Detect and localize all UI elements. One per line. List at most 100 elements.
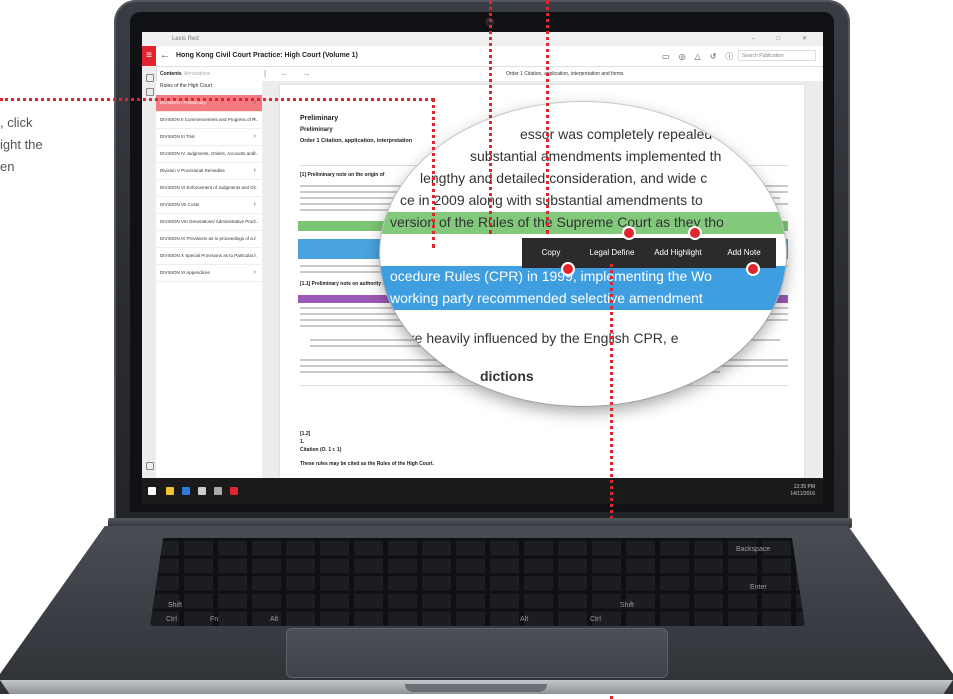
lens-text: ocedure Rules (CPR) in 1999, implementin… [390,268,712,284]
window-controls[interactable]: – □ ✕ [752,35,817,42]
chevron-right-icon: › [253,167,256,174]
section-number: 1. [300,439,305,445]
lens-text: substantial amendments implemented th [470,148,722,164]
add-highlight-marker-icon [690,228,700,238]
add-note-marker-icon [748,264,758,274]
chevron-right-icon: › [253,116,256,123]
toc-item[interactable]: DIVISION X Special Provisions as to Part… [156,248,262,265]
touchpad[interactable] [286,628,668,678]
callout-text: , click ight the en [0,112,100,178]
alt-key[interactable]: Alt [520,616,528,623]
settings-icon[interactable]: ◎ [679,52,695,61]
header-toolbar: ▭◎△↺ⓘ [662,51,742,62]
shift-key[interactable]: Shift [168,602,182,609]
callout-line: en [0,159,15,174]
selection-toolbar: Copy Legal Define Add Highlight Add Note [522,238,776,268]
add-highlight-button[interactable]: Add Highlight [644,238,712,268]
date: 14/11/2016 [790,491,815,497]
toc-item[interactable]: Division V Provisional Remedies › [156,163,262,180]
add-note-button[interactable]: Add Note [712,238,776,268]
backspace-key[interactable]: Backspace [736,546,770,553]
lens-text: dictions [480,368,534,384]
ctrl-key[interactable]: Ctrl [590,616,601,623]
section-title: Citation (O. 1 r. 1) [300,447,342,453]
shift-key[interactable]: Shift [620,602,634,609]
callout-line: ight the [0,137,43,152]
chevron-right-icon: › [253,269,256,276]
settings-icon[interactable] [214,487,222,495]
chrome-icon[interactable] [198,487,206,495]
lens-text: re heavily influenced by the English CPR… [410,330,679,346]
lens-text: lengthy and detailed consideration, and … [420,170,708,186]
copy-button[interactable]: Copy [522,238,580,268]
copy-marker-icon [563,264,573,274]
chevron-right-icon: › [253,218,256,225]
tab-contents[interactable]: Contents [160,71,182,77]
keyboard: Backspace Enter Shift Shift Ctrl Alt Alt… [150,538,805,626]
section-body: These rules may be cited as the Rules of… [300,461,434,467]
note-heading: [1] Preliminary note on the origin of [300,172,385,178]
bookmark-icon[interactable] [146,88,154,96]
taskbar-clock[interactable]: 12:35 PM 14/11/2016 [790,484,815,498]
alt-key[interactable]: Alt [270,616,278,623]
magnifier-lens: essor was completely repealed and re sub… [380,102,786,406]
breadcrumb: Order 1 Citation, application, interpret… [506,71,624,77]
toc-item[interactable]: DIVISION VIII Generations/ Administrativ… [156,214,262,231]
chevron-right-icon: › [253,133,256,140]
lens-text: essor was completely repealed and re [520,126,756,142]
ctrl-key[interactable]: Ctrl [166,616,177,623]
publication-title: Hong Kong Civil Court Practice: High Cou… [176,52,358,59]
chevron-right-icon: › [253,201,256,208]
toc-item[interactable]: DIVISION III Trial › [156,129,262,146]
left-rail [142,66,157,478]
enter-key[interactable]: Enter [750,584,767,591]
chevron-right-icon: › [253,150,256,157]
explorer-icon[interactable] [166,487,174,495]
edge-icon[interactable] [182,487,190,495]
library-icon[interactable] [146,74,154,82]
callout-line: , click [0,115,33,130]
legal-define-marker-icon [624,228,634,238]
start-icon[interactable] [148,487,156,495]
sub-heading: [1.1] Preliminary note on authority of [300,281,388,287]
toc-item[interactable]: DIVISION XI Appendices › [156,265,262,282]
back-arrow-icon[interactable]: ← [160,50,170,61]
doc-subheading: Preliminary [300,127,333,133]
lexis-app-icon[interactable] [230,487,238,495]
app-title: Lexis Red [172,36,199,42]
lens-text: working party recommended selective amen… [390,290,703,306]
toc-item[interactable]: DIVISION IX Provisions as to proceedings… [156,231,262,248]
annotation-line [546,0,549,234]
book-icon[interactable]: ▭ [662,52,679,61]
doc-order-title: Order 1 Citation, application, interpret… [300,138,413,144]
settings-icon[interactable] [146,462,154,470]
toc-sidebar: Rules of the High Court DIVISION I Preli… [156,81,263,478]
toc-item[interactable]: DIVISION II Commencement and Progress of… [156,112,262,129]
app-screen: Lexis Red – □ ✕ ≡ ← Hong Kong Civil Cour… [142,32,823,504]
bell-icon[interactable]: △ [695,52,710,61]
fn-key[interactable]: Fn [210,616,218,623]
key-grid [150,538,805,626]
annotation-line [432,98,435,248]
chevron-right-icon: › [253,184,256,191]
window-titlebar: Lexis Red – □ ✕ [142,32,823,46]
search-publication-input[interactable]: Search Publication [738,50,816,61]
toc-item[interactable]: DIVISION IV Judgments, Orders, Accounts … [156,146,262,163]
annotation-line [0,98,434,101]
toc-item[interactable]: DIVISION VII Costs › [156,197,262,214]
lens-text: version of the Rules of the Supreme Cour… [390,214,724,230]
section-ref: [1.2] [300,431,311,437]
windows-taskbar: 12:35 PM 14/11/2016 [142,478,823,504]
history-icon[interactable]: ↺ [710,52,726,61]
toc-item[interactable]: DIVISION VI Enforcement of Judgments and… [156,180,262,197]
laptop-notch [405,684,547,692]
nav-arrows[interactable]: | ← → [264,69,317,78]
chevron-right-icon: › [253,235,256,242]
time: 12:35 PM [793,484,815,490]
annotation-line [489,0,492,234]
toc-heading: Rules of the High Court [160,83,212,89]
lens-text: ce in 2009 along with substantial amendm… [400,192,703,208]
hamburger-menu-icon[interactable]: ≡ [142,46,156,66]
chevron-right-icon: › [253,252,256,259]
tab-annotations[interactable]: Annotations [184,71,210,77]
